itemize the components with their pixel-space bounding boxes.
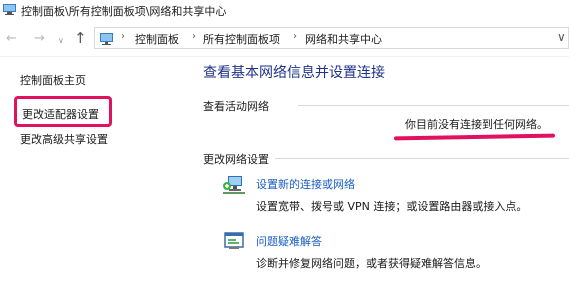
sidebar-item-advanced-sharing-settings[interactable]: 更改高级共享设置 [20, 131, 108, 147]
chevron-down-icon[interactable]: ∨ [557, 30, 566, 44]
breadcrumb-control-panel[interactable]: 控制面板 [135, 31, 179, 47]
annotation-underline [393, 133, 556, 141]
section-rule [298, 105, 569, 106]
up-button[interactable]: ↑ [74, 30, 87, 46]
forward-button[interactable]: → [34, 31, 45, 47]
breadcrumb-separator: › [121, 31, 125, 42]
network-status-text: 你目前没有连接到任何网络。 [405, 118, 548, 131]
troubleshoot-link[interactable]: 问题疑难解答 [256, 233, 322, 249]
annotation-highlight-box [14, 96, 112, 127]
page-title: 查看基本网络信息并设置连接 [203, 65, 385, 81]
breadcrumb-network-center[interactable]: 网络和共享中心 [305, 31, 382, 47]
title-bar: 控制面板\所有控制面板项\网络和共享中心 [0, 0, 569, 20]
section-heading-change-settings: 更改网络设置 [203, 153, 269, 166]
address-bar[interactable]: › 控制面板 › 所有控制面板项 › 网络和共享中心 ∨ [94, 27, 569, 49]
section-heading-active-networks: 查看活动网络 [203, 100, 269, 113]
section-rule [275, 158, 569, 159]
divider [0, 56, 569, 57]
control-panel-icon [3, 4, 16, 15]
breadcrumb-separator: › [192, 31, 196, 42]
breadcrumb-separator: › [293, 31, 297, 42]
breadcrumb-all-items[interactable]: 所有控制面板项 [203, 31, 280, 47]
back-button[interactable]: ← [6, 31, 17, 47]
window-title: 控制面板\所有控制面板项\网络和共享中心 [21, 5, 227, 18]
setup-connection-link[interactable]: 设置新的连接或网络 [256, 176, 355, 192]
setup-connection-description: 设置宽带、拨号或 VPN 连接；或设置路由器或接入点。 [256, 200, 528, 213]
troubleshoot-description: 诊断并修复网络问题，或者获得疑难解答信息。 [256, 257, 487, 270]
control-panel-icon [100, 33, 113, 45]
troubleshoot-icon [224, 232, 244, 249]
recent-locations-button[interactable]: ∨ [58, 33, 64, 49]
network-setup-icon [223, 176, 245, 194]
sidebar-item-control-panel-home[interactable]: 控制面板主页 [20, 72, 86, 88]
